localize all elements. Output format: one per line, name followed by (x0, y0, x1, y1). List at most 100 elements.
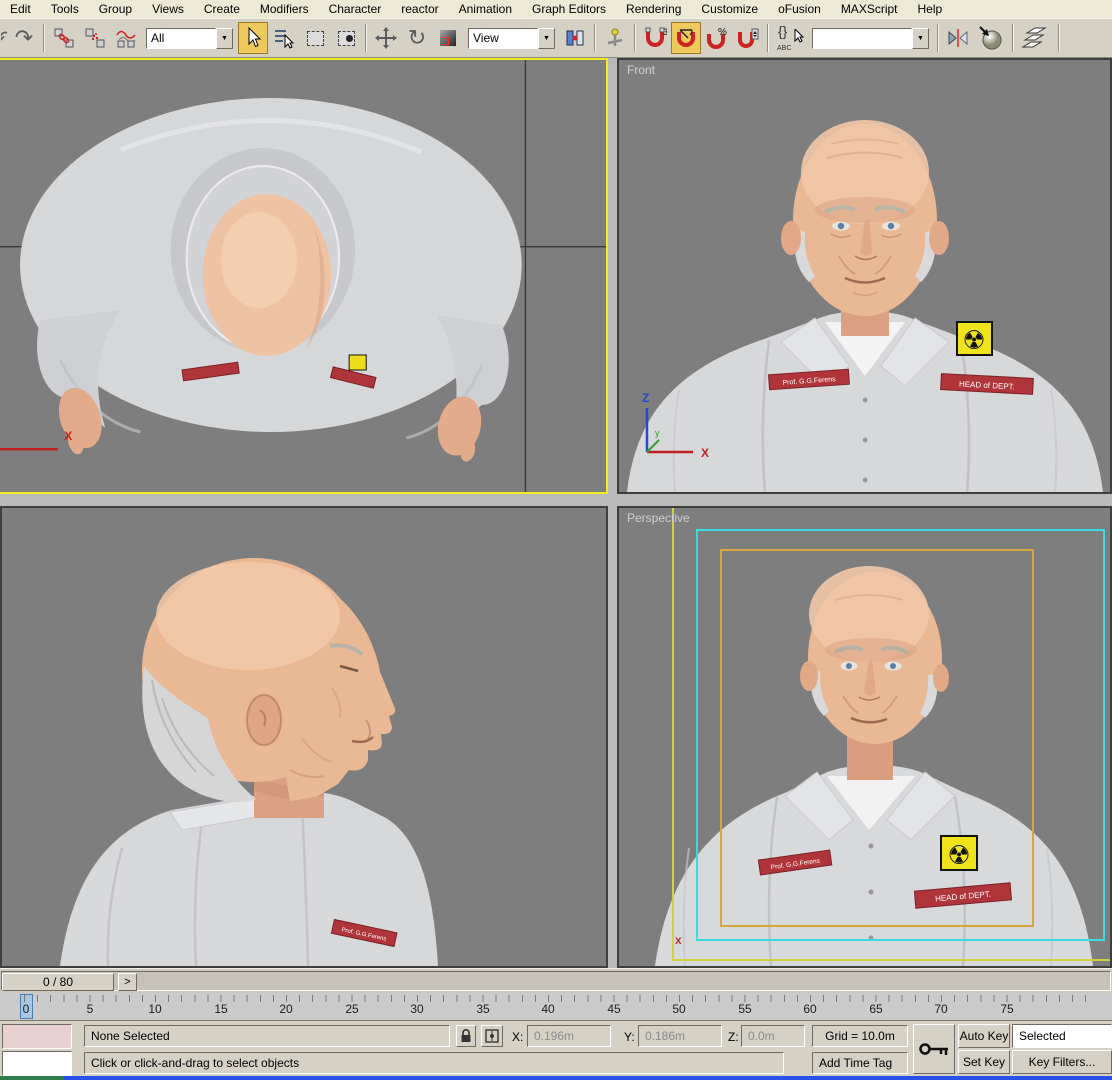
menu-character[interactable]: Character (319, 1, 392, 18)
bind-to-space-warp-button[interactable] (111, 22, 141, 54)
menu-rendering[interactable]: Rendering (616, 1, 691, 18)
selection-status-field: None Selected (84, 1025, 450, 1047)
menu-animation[interactable]: Animation (449, 1, 522, 18)
grid-size-display: Grid = 10.0m (812, 1025, 908, 1047)
key-filters-button[interactable]: Key Filters... (1012, 1050, 1112, 1074)
viewport-perspective-label[interactable]: Perspective (627, 511, 690, 525)
auto-key-button[interactable]: Auto Key (958, 1024, 1010, 1048)
x-coordinate-input[interactable]: 0.196m (527, 1025, 611, 1047)
z-coordinate-input[interactable]: 0.0m (741, 1025, 805, 1047)
key-mode-combo[interactable]: Selected (1012, 1024, 1112, 1048)
maxscript-mini-listener-macro[interactable] (2, 1024, 72, 1049)
undo-button[interactable]: ↶ (0, 22, 8, 54)
add-time-tag-button[interactable]: Add Time Tag (812, 1052, 908, 1074)
reference-coordinate-system-combo[interactable]: View ▼ (468, 27, 555, 49)
toolbar-separator (43, 24, 45, 52)
select-and-rotate-button[interactable]: ↻ (402, 22, 432, 54)
select-and-link-button[interactable] (49, 22, 79, 54)
menu-maxscript[interactable]: MAXScript (831, 1, 908, 18)
redo-icon: ↷ (14, 25, 34, 50)
y-coordinate-input[interactable]: 0.186m (638, 1025, 722, 1047)
select-by-name-button[interactable] (269, 22, 299, 54)
selection-filter-value[interactable]: All (146, 27, 216, 49)
tick-label: 30 (410, 1002, 424, 1016)
radiation-badge-perspective: ☢ (940, 835, 978, 871)
menu-help[interactable]: Help (908, 1, 953, 18)
time-slider-track[interactable]: 0 / 80 > (1, 971, 1111, 991)
selection-filter-combo[interactable]: All ▼ (146, 27, 233, 49)
tick-label: 50 (672, 1002, 686, 1016)
menu-graph-editors[interactable]: Graph Editors (522, 1, 616, 18)
snaps-toggle-button[interactable]: 3 (640, 22, 670, 54)
viewport-left[interactable]: Prof. G.G.Ferens (0, 506, 608, 968)
angle-snap-toggle-button[interactable] (671, 22, 701, 54)
viewport-top[interactable]: X (0, 58, 608, 494)
menu-group[interactable]: Group (89, 1, 142, 18)
toolbar-separator (365, 24, 367, 52)
toolbar-separator (767, 24, 769, 52)
scale-icon (440, 30, 456, 46)
named-selection-sets-combo[interactable]: ▼ (812, 27, 929, 49)
select-and-manipulate-button[interactable] (600, 22, 630, 54)
next-frame-button[interactable]: > (118, 973, 137, 991)
percent-snap-toggle-button[interactable]: % (702, 22, 732, 54)
window-crossing-toggle-button[interactable] (331, 22, 361, 54)
svg-text:Z: Z (642, 391, 649, 405)
menu-modifiers[interactable]: Modifiers (250, 1, 319, 18)
mirror-button[interactable] (943, 22, 973, 54)
menu-create[interactable]: Create (194, 1, 250, 18)
viewport-front-label[interactable]: Front (627, 63, 655, 77)
named-selection-set-value[interactable] (812, 27, 912, 49)
svg-text:☢: ☢ (962, 325, 985, 355)
character-side-view: Prof. G.G.Ferens (2, 508, 606, 966)
unlink-selection-button[interactable] (80, 22, 110, 54)
maxscript-mini-listener[interactable] (2, 1051, 72, 1076)
undo-icon: ↶ (1, 26, 7, 51)
menu-ofusion[interactable]: oFusion (768, 1, 831, 18)
tick-label: 60 (803, 1002, 817, 1016)
align-icon (979, 26, 1002, 50)
viewport-perspective[interactable]: Perspective Prof. G.G.Ferens ☢ HEAD of D… (617, 506, 1112, 968)
select-cursor-icon (248, 27, 262, 48)
named-sets-dropdown-arrow[interactable]: ▼ (912, 27, 929, 49)
space-warp-icon (116, 30, 136, 48)
select-and-move-button[interactable] (371, 22, 401, 54)
window-bottom-strip (64, 1076, 1112, 1080)
rect-region-icon (306, 30, 324, 46)
menu-reactor[interactable]: reactor (391, 1, 448, 18)
coordinate-system-dropdown-arrow[interactable]: ▼ (538, 27, 555, 49)
edit-named-selection-sets-button[interactable]: {} ABC (773, 22, 807, 54)
menu-views[interactable]: Views (142, 1, 194, 18)
select-object-button[interactable] (238, 22, 268, 54)
tick-label: 35 (476, 1002, 490, 1016)
menu-customize[interactable]: Customize (691, 1, 768, 18)
toolbar-separator (937, 24, 939, 52)
rectangular-selection-region-button[interactable] (300, 22, 330, 54)
redo-button[interactable]: ↷ (9, 22, 39, 54)
viewport-front[interactable]: Front Prof. G.G.Ferens ☢ HEAD of DEPT. Z… (617, 58, 1112, 494)
lock-icon (461, 1029, 471, 1042)
set-key-button[interactable]: Set Key (958, 1050, 1010, 1074)
mirror-icon (948, 29, 968, 47)
track-bar-ticks (24, 995, 1086, 1002)
tick-label: 45 (607, 1002, 621, 1016)
set-keys-button[interactable] (913, 1024, 955, 1074)
track-bar[interactable]: 0 5 10 15 20 25 30 35 40 45 50 55 60 65 … (0, 993, 1112, 1021)
absolute-offset-mode-toggle[interactable] (481, 1025, 503, 1047)
tick-label: 20 (279, 1002, 293, 1016)
move-icon (375, 27, 397, 49)
align-button[interactable] (974, 22, 1008, 54)
use-pivot-point-center-button[interactable] (560, 22, 590, 54)
layer-manager-button[interactable] (1018, 22, 1054, 54)
toolbar-separator (1058, 24, 1060, 52)
tick-label: 0 (22, 1002, 30, 1016)
selection-lock-toggle[interactable] (456, 1025, 476, 1047)
coordinate-system-value[interactable]: View (468, 27, 538, 49)
select-and-scale-button[interactable] (433, 22, 463, 54)
menu-tools[interactable]: Tools (41, 1, 89, 18)
menu-edit[interactable]: Edit (0, 1, 41, 18)
toolbar-separator (594, 24, 596, 52)
selection-filter-dropdown-arrow[interactable]: ▼ (216, 27, 233, 49)
time-slider-handle[interactable]: 0 / 80 (2, 973, 114, 991)
spinner-snap-toggle-button[interactable] (733, 22, 763, 54)
